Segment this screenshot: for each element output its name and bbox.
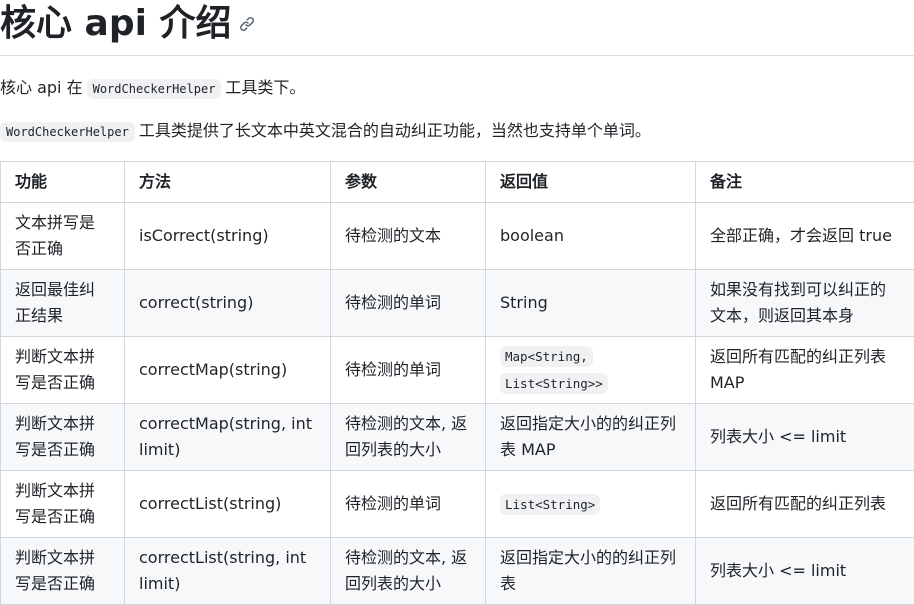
cell-method: correct(string) xyxy=(125,270,331,337)
cell-return: List<String> xyxy=(486,471,696,538)
cell-feature: 判断文本拼写是否正确 xyxy=(1,471,125,538)
cell-note: 返回所有匹配的纠正列表 MAP xyxy=(696,337,914,404)
cell-return: boolean xyxy=(486,203,696,270)
header-param: 参数 xyxy=(331,162,486,203)
cell-feature: 判断文本拼写是否正确 xyxy=(1,337,125,404)
cell-method: isCorrect(string) xyxy=(125,203,331,270)
cell-method: correctMap(string, int limit) xyxy=(125,404,331,471)
cell-param: 待检测的文本, 返回列表的大小 xyxy=(331,404,486,471)
header-note: 备注 xyxy=(696,162,914,203)
cell-note: 如果没有找到可以纠正的文本，则返回其本身 xyxy=(696,270,914,337)
intro-p1-text: 核心 api 在 xyxy=(0,78,83,97)
header-method: 方法 xyxy=(125,162,331,203)
cell-method: correctList(string) xyxy=(125,471,331,538)
table-row: 判断文本拼写是否正确 correctList(string, int limit… xyxy=(1,538,914,605)
table-row: 文本拼写是否正确 isCorrect(string) 待检测的文本 boolea… xyxy=(1,203,914,270)
cell-feature: 判断文本拼写是否正确 xyxy=(1,404,125,471)
intro-paragraph-1: 核心 api 在WordCheckerHelper工具类下。 xyxy=(0,76,305,101)
cell-return: Map<String, List<String>> xyxy=(486,337,696,404)
inline-code-class-name: WordCheckerHelper xyxy=(0,122,135,142)
link-icon[interactable] xyxy=(239,0,255,43)
intro-p2-text: 工具类提供了长文本中英文混合的自动纠正功能，当然也支持单个单词。 xyxy=(139,121,651,140)
table-row: 判断文本拼写是否正确 correctList(string) 待检测的单词 Li… xyxy=(1,471,914,538)
table-row: 判断文本拼写是否正确 correctMap(string, int limit)… xyxy=(1,404,914,471)
intro-paragraph-2: WordCheckerHelper工具类提供了长文本中英文混合的自动纠正功能，当… xyxy=(0,119,651,144)
api-table: 功能 方法 参数 返回值 备注 文本拼写是否正确 isCorrect(strin… xyxy=(0,161,914,605)
intro-p1-text-end: 工具类下。 xyxy=(225,78,305,97)
cell-note: 列表大小 <= limit xyxy=(696,538,914,605)
table-header-row: 功能 方法 参数 返回值 备注 xyxy=(1,162,914,203)
cell-param: 待检测的文本 xyxy=(331,203,486,270)
cell-note: 全部正确，才会返回 true xyxy=(696,203,914,270)
cell-note: 列表大小 <= limit xyxy=(696,404,914,471)
cell-param: 待检测的单词 xyxy=(331,270,486,337)
cell-param: 待检测的单词 xyxy=(331,337,486,404)
cell-method: correctMap(string) xyxy=(125,337,331,404)
return-type-code: List<String> xyxy=(500,494,600,515)
cell-return: String xyxy=(486,270,696,337)
cell-return: 返回指定大小的的纠正列表 xyxy=(486,538,696,605)
cell-method: correctList(string, int limit) xyxy=(125,538,331,605)
cell-feature: 判断文本拼写是否正确 xyxy=(1,538,125,605)
heading-title: 核心 api 介绍 xyxy=(0,2,255,47)
cell-note: 返回所有匹配的纠正列表 xyxy=(696,471,914,538)
cell-return: 返回指定大小的的纠正列表 MAP xyxy=(486,404,696,471)
cell-param: 待检测的文本, 返回列表的大小 xyxy=(331,538,486,605)
cell-param: 待检测的单词 xyxy=(331,471,486,538)
header-return: 返回值 xyxy=(486,162,696,203)
cell-feature: 文本拼写是否正确 xyxy=(1,203,125,270)
header-feature: 功能 xyxy=(1,162,125,203)
section-heading: 核心 api 介绍 xyxy=(0,0,914,56)
table-row: 判断文本拼写是否正确 correctMap(string) 待检测的单词 Map… xyxy=(1,337,914,404)
cell-feature: 返回最佳纠正结果 xyxy=(1,270,125,337)
inline-code-class-name: WordCheckerHelper xyxy=(87,79,222,99)
return-type-code: List<String>> xyxy=(500,373,608,394)
return-type-code: Map<String, xyxy=(500,346,593,367)
table-row: 返回最佳纠正结果 correct(string) 待检测的单词 String 如… xyxy=(1,270,914,337)
heading-title-text: 核心 api 介绍 xyxy=(0,3,231,44)
